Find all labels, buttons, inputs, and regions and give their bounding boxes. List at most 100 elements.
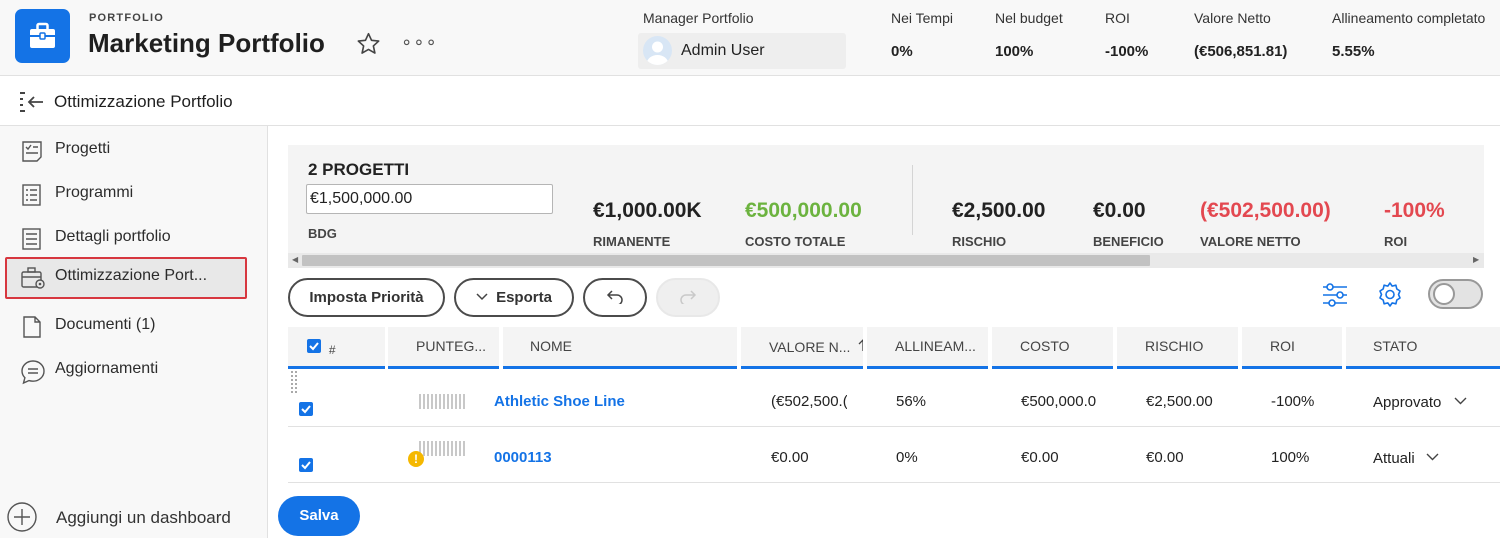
scroll-right-icon[interactable]: ▶	[1473, 255, 1479, 264]
score-bar	[419, 441, 465, 456]
stat-value: 0%	[891, 43, 913, 60]
column-header-net-value[interactable]: VALORE N...	[741, 327, 863, 369]
project-name-link[interactable]: Athletic Shoe Line	[494, 393, 625, 410]
metric-benefit: €0.00 BENEFICIO	[1093, 199, 1164, 249]
stat-label: Nei Tempi	[891, 10, 953, 26]
sidebar-item-updates[interactable]: Aggiornamenti	[5, 350, 247, 392]
horizontal-scrollbar[interactable]: ◀ ▶	[288, 253, 1484, 268]
roi-cell: -100%	[1271, 393, 1315, 410]
column-header-select[interactable]: #	[288, 327, 385, 369]
risk-cell: €2,500.00	[1146, 393, 1213, 410]
manager-field[interactable]: Admin User	[638, 33, 846, 69]
export-label: Esporta	[496, 289, 552, 306]
row-checkbox[interactable]	[299, 402, 313, 416]
warning-icon[interactable]: !	[408, 451, 424, 467]
add-dashboard-button[interactable]: Aggiungi un dashboard	[6, 501, 231, 538]
stat-on-time: Nei Tempi 0%	[891, 10, 953, 60]
summary-divider	[912, 165, 913, 235]
column-header-name[interactable]: NOME	[503, 327, 737, 369]
sort-ascending-icon	[854, 338, 863, 355]
column-header-alignment[interactable]: ALLINEAM...	[867, 327, 988, 369]
save-button[interactable]: Salva	[278, 496, 360, 536]
metric-label: VALORE NETTO	[1200, 234, 1301, 249]
cost-cell: €0.00	[1021, 449, 1059, 466]
scrollbar-thumb[interactable]	[302, 255, 1150, 266]
metric-label: RIMANENTE	[593, 234, 671, 249]
undo-button[interactable]	[583, 278, 647, 317]
add-dashboard-label: Aggiungi un dashboard	[56, 508, 231, 527]
score-bar	[419, 394, 465, 409]
sidebar-item-label: Ottimizzazione Port...	[55, 267, 208, 284]
sidebar-item-details[interactable]: Dettagli portfolio	[5, 218, 247, 260]
stat-label: Nel budget	[995, 10, 1063, 26]
settings-gear-icon[interactable]	[1375, 280, 1405, 315]
star-icon[interactable]	[355, 31, 382, 62]
net-value-header-label: VALORE N...	[769, 339, 851, 355]
stat-value: (€506,851.81)	[1194, 43, 1288, 60]
budget-input[interactable]	[306, 184, 553, 214]
stat-value: 5.55%	[1332, 43, 1375, 60]
metric-risk: €2,500.00 RISCHIO	[952, 199, 1045, 249]
project-name-link[interactable]: 0000113	[494, 449, 552, 466]
metric-roi: -100% ROI	[1384, 199, 1445, 249]
document-icon	[20, 315, 44, 344]
stat-value: -100%	[1105, 43, 1149, 60]
add-circle-icon	[6, 502, 38, 537]
summary-panel: 2 PROGETTI BDG €1,000.00K RIMANENTE €500…	[288, 145, 1484, 268]
select-all-checkbox[interactable]	[307, 339, 321, 353]
more-options-icon[interactable]: ∘∘∘	[401, 32, 438, 53]
redo-icon	[679, 289, 697, 306]
sidebar-item-label: Documenti (1)	[55, 316, 156, 333]
collapse-back-icon[interactable]	[19, 90, 45, 119]
metric-value: -100%	[1384, 199, 1445, 222]
stat-roi: ROI -100%	[1105, 10, 1148, 60]
sidebar-item-documents[interactable]: Documenti (1)	[5, 306, 247, 348]
metric-value: €2,500.00	[952, 199, 1046, 222]
alignment-cell: 56%	[896, 393, 927, 410]
export-button[interactable]: Esporta	[454, 278, 574, 317]
row-checkbox[interactable]	[299, 458, 313, 472]
column-header-status[interactable]: STATO	[1346, 327, 1500, 369]
portfolio-briefcase-icon	[15, 9, 70, 63]
stat-alignment: Allineamento completato 5.55%	[1332, 10, 1485, 60]
view-toggle[interactable]	[1428, 279, 1483, 309]
chevron-down-icon[interactable]	[1426, 449, 1439, 467]
roi-cell: 100%	[1271, 449, 1310, 466]
sidebar-item-label: Programmi	[55, 184, 134, 201]
stat-net-value: Valore Netto (€506,851.81)	[1194, 10, 1287, 60]
sidebar-item-projects[interactable]: Progetti	[5, 130, 247, 172]
status-dropdown[interactable]: Approvato	[1373, 394, 1441, 411]
filter-sliders-icon[interactable]	[1321, 280, 1349, 315]
sidebar-item-programs[interactable]: Programmi	[5, 174, 247, 216]
sidebar-item-optimization[interactable]: Ottimizzazione Port...	[5, 257, 247, 299]
chevron-down-icon[interactable]	[1454, 393, 1467, 411]
metric-value: €1,000.00K	[593, 199, 702, 222]
section-title: Ottimizzazione Portfolio	[54, 92, 233, 111]
scroll-left-icon[interactable]: ◀	[292, 255, 298, 264]
metric-remaining: €1,000.00K RIMANENTE	[593, 199, 702, 249]
avatar	[643, 36, 672, 65]
column-header-risk[interactable]: RISCHIO	[1117, 327, 1238, 369]
status-dropdown[interactable]: Attuali	[1373, 450, 1415, 467]
stat-in-budget: Nel budget 100%	[995, 10, 1063, 60]
net-value-cell: (€502,500.(	[771, 393, 847, 410]
drag-handle-icon[interactable]	[291, 371, 297, 393]
programs-icon	[20, 183, 44, 212]
metric-label: COSTO TOTALE	[745, 234, 846, 249]
sidebar: Progetti Programmi Dettagli portfolio Ot…	[0, 126, 268, 538]
column-header-cost[interactable]: COSTO	[992, 327, 1113, 369]
comment-icon	[20, 359, 46, 390]
row-number-header: #	[328, 343, 336, 357]
column-header-score[interactable]: PUNTEG...	[388, 327, 499, 369]
projects-count-title: 2 PROGETTI	[308, 160, 410, 179]
sidebar-item-label: Aggiornamenti	[55, 360, 159, 377]
section-header: Ottimizzazione Portfolio	[0, 77, 1500, 126]
redo-button[interactable]	[656, 278, 720, 317]
row-divider	[288, 426, 1500, 427]
metric-label: BENEFICIO	[1093, 234, 1164, 249]
set-priority-button[interactable]: Imposta Priorità	[288, 278, 445, 317]
object-type-label: PORTFOLIO	[89, 12, 164, 24]
risk-cell: €0.00	[1146, 449, 1184, 466]
sidebar-item-label: Progetti	[55, 140, 111, 157]
column-header-roi[interactable]: ROI	[1242, 327, 1342, 369]
